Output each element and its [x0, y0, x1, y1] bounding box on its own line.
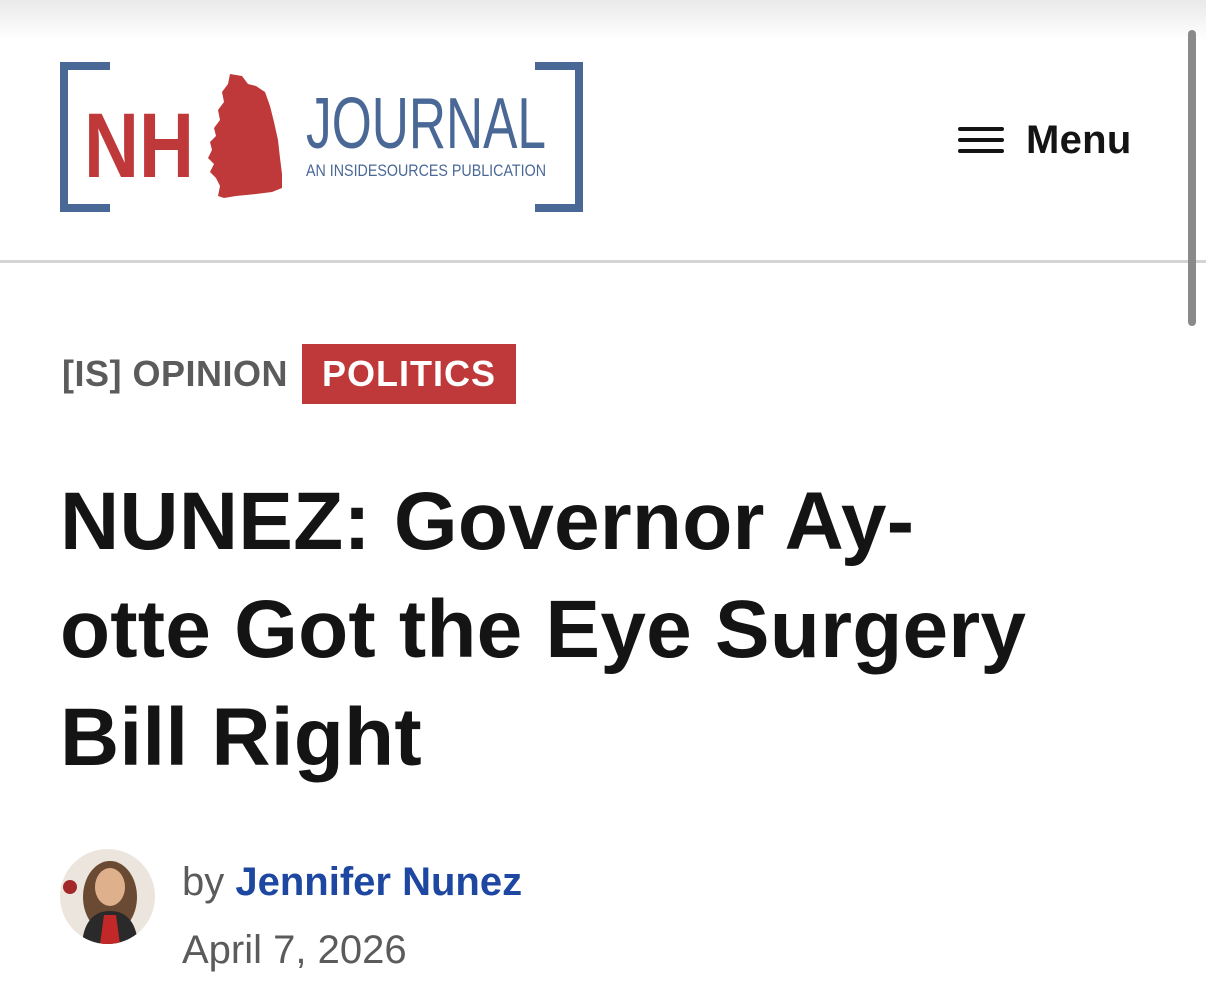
- author-avatar[interactable]: [60, 849, 155, 944]
- nh-journal-logo: NH JOURNAL AN INSIDESOURCES PUBLICATION: [60, 62, 583, 212]
- logo-journal-text: JOURNAL: [306, 84, 546, 164]
- article-headline: NUNEZ: Governor Ay-otte Got the Eye Surg…: [60, 476, 1027, 783]
- menu-button[interactable]: Menu: [958, 112, 1132, 168]
- article-tags: [IS] OPINION POLITICS: [62, 344, 517, 404]
- publish-date: April 7, 2026: [182, 928, 407, 972]
- byline: by Jennifer Nunez: [182, 856, 522, 908]
- author-link[interactable]: Jennifer Nunez: [235, 860, 522, 904]
- tag-opinion-link[interactable]: [IS] OPINION: [62, 353, 288, 395]
- site-logo[interactable]: NH JOURNAL AN INSIDESOURCES PUBLICATION: [60, 62, 585, 212]
- menu-label: Menu: [1026, 117, 1132, 162]
- byline-prefix: by: [182, 860, 225, 904]
- logo-tagline-text: AN INSIDESOURCES PUBLICATION: [306, 161, 546, 180]
- hamburger-icon: [958, 127, 1004, 153]
- site-header: NH JOURNAL AN INSIDESOURCES PUBLICATION …: [0, 0, 1206, 263]
- author-photo: [60, 849, 155, 944]
- scrollbar[interactable]: [1188, 30, 1196, 326]
- logo-nh-text: NH: [84, 95, 194, 197]
- tag-politics-badge[interactable]: POLITICS: [302, 344, 517, 404]
- state-silhouette-icon: [208, 74, 282, 198]
